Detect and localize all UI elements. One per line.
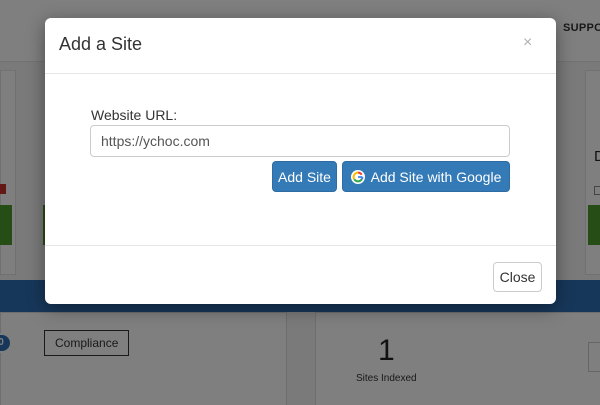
add-site-with-google-button[interactable]: Add Site with Google — [342, 161, 510, 192]
dialog-header: Add a Site × — [45, 18, 556, 74]
google-icon — [350, 169, 365, 184]
close-icon[interactable]: × — [523, 34, 532, 52]
close-button-label: Close — [499, 269, 536, 285]
website-url-label: Website URL: — [91, 107, 178, 123]
add-site-dialog: Add a Site × Website URL: Add Site Add S… — [45, 18, 556, 304]
dialog-footer: Close — [45, 245, 556, 304]
close-button[interactable]: Close — [493, 262, 542, 292]
add-site-button[interactable]: Add Site — [272, 161, 337, 192]
add-site-label: Add Site — [278, 168, 331, 185]
website-url-input[interactable] — [90, 125, 510, 157]
dialog-title: Add a Site — [59, 34, 143, 54]
add-site-with-google-label: Add Site with Google — [370, 168, 502, 185]
